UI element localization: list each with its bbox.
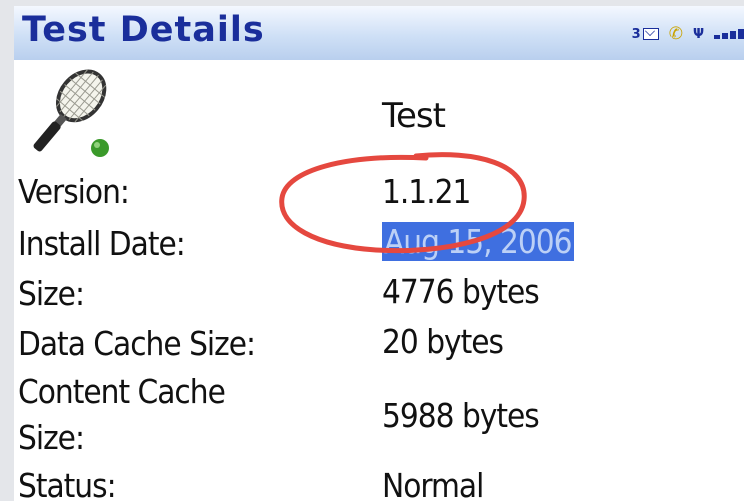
page-title: Test Details [22,10,265,50]
content-cache-value: 5988 bytes [382,396,540,435]
mail-indicator: 3 [632,27,659,42]
content-cache-label: Content Cache [18,372,226,411]
size-value: 4776 bytes [382,272,540,311]
status-value: Normal [382,466,484,501]
app-name: Test [382,96,446,136]
antenna-icon: Ψ [692,26,704,42]
status-icons: 3 ✆ Ψ [632,24,744,44]
title-bar: Test Details 3 ✆ Ψ [14,6,744,60]
install-date-label: Install Date: [18,224,186,263]
highlight-circle-annotation [279,152,527,254]
status-label: Status: [18,466,117,501]
version-label: Version: [18,172,130,211]
tennis-racket-icon [33,69,109,157]
phone-icon: ✆ [668,24,683,44]
data-cache-value: 20 bytes [382,322,504,361]
signal-strength-icon [714,29,744,39]
content-cache-label-size: Size: [18,418,85,457]
size-label: Size: [18,274,85,313]
mail-count: 3 [631,26,641,42]
mail-icon [642,28,659,40]
data-cache-label: Data Cache Size: [18,324,256,363]
